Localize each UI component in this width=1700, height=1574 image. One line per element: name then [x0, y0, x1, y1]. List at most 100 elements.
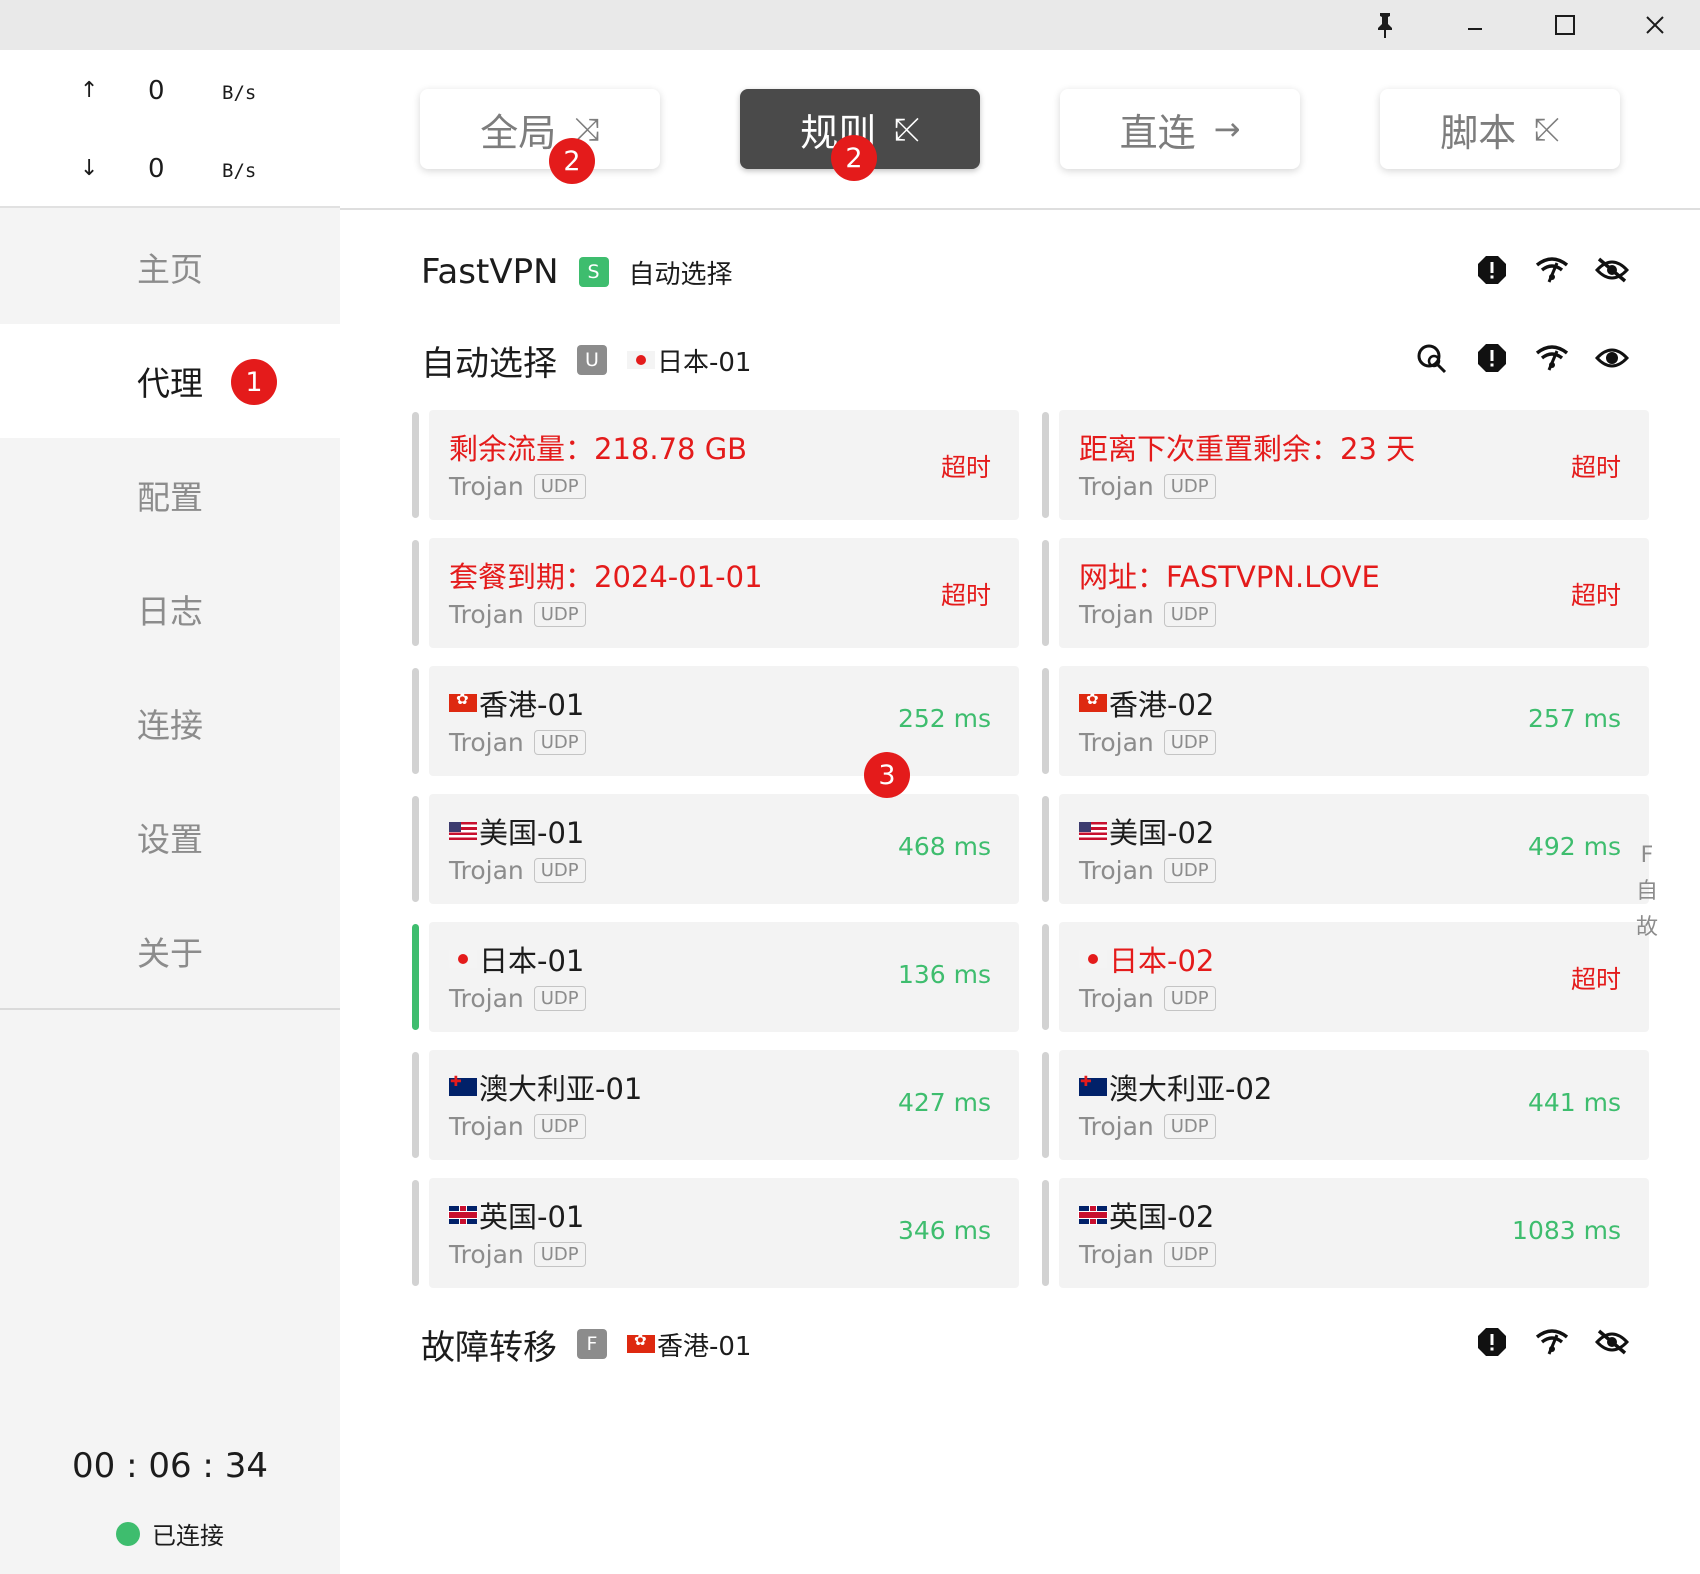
udp-badge: UDP [533, 1242, 586, 1267]
proxy-name: 澳大利亚-02 [1079, 1066, 1272, 1108]
download-speed: ↓ 0 B/s [0, 150, 340, 190]
nav-item-connections[interactable]: 连接 [0, 666, 340, 780]
proxy-delay[interactable]: 468 ms [898, 832, 991, 861]
group-header-fastvpn[interactable]: FastVPN S 自动选择 [421, 244, 733, 300]
nav-item-home[interactable]: 主页 [0, 210, 340, 324]
proxy-name: 剩余流量：218.78 GB [449, 426, 747, 468]
proxy-card[interactable]: 澳大利亚-02 Trojan UDP 441 ms [1042, 1050, 1649, 1160]
nav-item-proxy[interactable]: 代理 1 [0, 324, 340, 438]
proxy-type: Trojan UDP [1079, 728, 1216, 757]
nav-item-about[interactable]: 关于 [0, 894, 340, 1008]
minimize-icon[interactable] [1430, 0, 1520, 50]
proxy-type: Trojan UDP [449, 856, 586, 885]
nav-item-profiles[interactable]: 配置 [0, 438, 340, 552]
nav-item-label: 关于 [137, 934, 203, 973]
proxy-type-label: Trojan [449, 472, 524, 501]
proxy-card[interactable]: 美国-02 Trojan UDP 492 ms [1042, 794, 1649, 904]
group-index-item[interactable]: 自 [1636, 874, 1658, 910]
proxy-delay[interactable]: 441 ms [1528, 1088, 1621, 1117]
group-index-item[interactable]: F [1641, 838, 1654, 874]
nav-item-label: 连接 [137, 706, 203, 745]
proxy-card-selected[interactable]: 日本-01 Trojan UDP 136 ms [412, 922, 1019, 1032]
latency-test-icon[interactable] [1532, 1322, 1572, 1362]
mode-script-button[interactable]: 脚本 ⤪ [1380, 89, 1620, 169]
proxy-delay[interactable]: 346 ms [898, 1216, 991, 1245]
proxy-delay[interactable]: 1083 ms [1512, 1216, 1621, 1245]
uk-flag-icon [449, 1206, 477, 1224]
pin-icon[interactable] [1340, 0, 1430, 50]
proxy-card[interactable]: 香港-02 Trojan UDP 257 ms [1042, 666, 1649, 776]
proxy-card[interactable]: 澳大利亚-01 Trojan UDP 427 ms [412, 1050, 1019, 1160]
udp-badge: UDP [1163, 1242, 1216, 1267]
proxy-delay[interactable]: 超时 [1571, 960, 1621, 996]
nav-item-logs[interactable]: 日志 [0, 552, 340, 666]
alert-icon[interactable] [1472, 250, 1512, 290]
proxy-name-label: 网址：FASTVPN.LOVE [1079, 560, 1380, 594]
eye-off-icon[interactable] [1592, 1322, 1632, 1362]
nav-item-settings[interactable]: 设置 [0, 780, 340, 894]
udp-badge: UDP [533, 602, 586, 627]
nav-badge: 1 [231, 359, 277, 405]
proxy-name-label: 香港-02 [1109, 688, 1215, 722]
proxy-card[interactable]: 日本-02 Trojan UDP 超时 [1042, 922, 1649, 1032]
group-header-failover[interactable]: 故障转移 F 香港-01 [421, 1316, 751, 1372]
eye-off-icon[interactable] [1592, 250, 1632, 290]
udp-badge: UDP [1163, 858, 1216, 883]
proxy-card[interactable]: 美国-01 Trojan UDP 468 ms [412, 794, 1019, 904]
title-bar [0, 0, 1700, 50]
alert-icon[interactable] [1472, 1322, 1512, 1362]
group-header-auto[interactable]: 自动选择 U 日本-01 [421, 332, 751, 388]
japan-flag-icon [449, 950, 477, 968]
group-type-tag: U [577, 345, 607, 375]
upload-arrow-icon: ↑ [80, 78, 99, 103]
latency-test-icon[interactable] [1532, 250, 1572, 290]
proxy-delay[interactable]: 492 ms [1528, 832, 1621, 861]
proxy-card[interactable]: 英国-02 Trojan UDP 1083 ms [1042, 1178, 1649, 1288]
card-indicator [1042, 668, 1049, 774]
group-name: FastVPN [421, 252, 559, 292]
download-unit: B/s [222, 160, 257, 182]
udp-badge: UDP [533, 986, 586, 1011]
proxy-type-label: Trojan [449, 728, 524, 757]
card-indicator [1042, 540, 1049, 646]
card-indicator [1042, 1052, 1049, 1158]
proxy-delay[interactable]: 136 ms [898, 960, 991, 989]
close-icon[interactable] [1610, 0, 1700, 50]
japan-flag-icon [1079, 950, 1107, 968]
split-icon: ⤪ [894, 109, 920, 148]
group-name: 自动选择 [421, 343, 557, 384]
nav-item-label: 代理 [137, 364, 203, 403]
proxy-card[interactable]: 英国-01 Trojan UDP 346 ms [412, 1178, 1019, 1288]
proxy-card[interactable]: 剩余流量：218.78 GB Trojan UDP 超时 [412, 410, 1019, 520]
proxy-card[interactable]: 香港-01 Trojan UDP 252 ms [412, 666, 1019, 776]
proxy-delay[interactable]: 超时 [941, 576, 991, 612]
mode-direct-button[interactable]: 直连 → [1060, 89, 1300, 169]
group-index-item[interactable]: 故 [1636, 910, 1658, 946]
proxy-name: 日本-01 [449, 938, 584, 980]
card-indicator [412, 1052, 419, 1158]
alert-icon[interactable] [1472, 338, 1512, 378]
proxy-delay[interactable]: 427 ms [898, 1088, 991, 1117]
group-index-strip[interactable]: F 自 故 [1632, 838, 1662, 946]
proxy-card[interactable]: 网址：FASTVPN.LOVE Trojan UDP 超时 [1042, 538, 1649, 648]
proxy-delay[interactable]: 超时 [941, 448, 991, 484]
proxy-name-label: 澳大利亚-01 [479, 1072, 643, 1106]
mode-badge: 2 [831, 135, 877, 181]
proxy-type-label: Trojan [449, 1240, 524, 1269]
proxy-delay[interactable]: 超时 [1571, 576, 1621, 612]
proxy-card[interactable]: 距离下次重置剩余：23 天 Trojan UDP 超时 [1042, 410, 1649, 520]
mode-bar: 全局 ⤨ 规则 ⤪ 直连 → 脚本 ⤪ 2 2 [340, 50, 1700, 210]
maximize-icon[interactable] [1520, 0, 1610, 50]
proxy-delay[interactable]: 超时 [1571, 448, 1621, 484]
proxy-delay[interactable]: 257 ms [1528, 704, 1621, 733]
group-selected: 日本-01 [627, 342, 751, 379]
proxy-type: Trojan UDP [449, 472, 586, 501]
proxy-delay[interactable]: 252 ms [898, 704, 991, 733]
proxy-type: Trojan UDP [449, 984, 586, 1013]
latency-test-icon[interactable] [1532, 338, 1572, 378]
proxy-name: 美国-01 [449, 810, 584, 852]
proxy-card[interactable]: 套餐到期：2024-01-01 Trojan UDP 超时 [412, 538, 1019, 648]
eye-icon[interactable] [1592, 338, 1632, 378]
mode-global-button[interactable]: 全局 ⤨ [420, 89, 660, 169]
locate-search-icon[interactable] [1412, 338, 1452, 378]
